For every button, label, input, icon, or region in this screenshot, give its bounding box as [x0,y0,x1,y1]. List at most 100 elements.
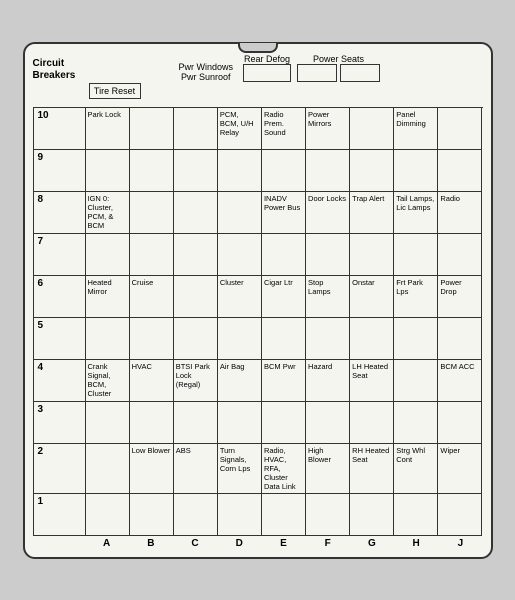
cell-1-F [306,494,350,536]
cell-9-J [438,150,482,192]
circuit-breakers-label: Circuit Breakers [33,58,85,82]
cell-3-B [130,402,174,444]
cell-9-B [130,150,174,192]
col-label-J: J [438,538,482,549]
cell-10-G [350,108,394,150]
row-label-9: 9 [34,150,86,192]
cell-3-G [350,402,394,444]
cell-7-J [438,234,482,276]
cell-5-H [394,318,438,360]
row-label-1: 1 [34,494,86,536]
cell-1-B [130,494,174,536]
cell-2-J: Wiper [438,444,482,494]
cell-1-H [394,494,438,536]
cell-9-F [306,150,350,192]
row-label-2: 2 [34,444,86,494]
cell-4-E: BCM Pwr [262,360,306,402]
col-label-A: A [85,538,129,549]
cell-5-B [130,318,174,360]
cell-10-C [174,108,218,150]
cell-8-C [174,192,218,234]
cell-8-D [218,192,262,234]
cell-9-C [174,150,218,192]
cell-6-D: Cluster [218,276,262,318]
cell-7-C [174,234,218,276]
row-label-7: 7 [34,234,86,276]
cell-3-D [218,402,262,444]
row-label-3: 3 [34,402,86,444]
cell-4-H [394,360,438,402]
cell-10-H: Panel Dimming [394,108,438,150]
cell-9-D [218,150,262,192]
cell-2-D: Turn Signals, Corn Lps [218,444,262,494]
card-notch [238,43,278,53]
cell-1-A [86,494,130,536]
cell-9-G [350,150,394,192]
cell-6-G: Onstar [350,276,394,318]
cell-4-C: BTSI Park Lock (Regal) [174,360,218,402]
cell-8-B [130,192,174,234]
col-label-C: C [173,538,217,549]
cell-3-H [394,402,438,444]
cell-3-A [86,402,130,444]
cell-2-F: High Blower [306,444,350,494]
cell-4-G: LH Heated Seat [350,360,394,402]
cell-2-C: ABS [174,444,218,494]
pwr-sunroof-label: Pwr Sunroof [181,72,231,82]
power-seats-label: Power Seats [313,54,364,64]
cell-8-J: Radio [438,192,482,234]
cell-6-H: Frt Park Lps [394,276,438,318]
cell-8-A: IGN 0: Cluster, PCM, & BCM [86,192,130,234]
col-label-F: F [306,538,350,549]
cell-7-D [218,234,262,276]
cell-1-E [262,494,306,536]
cell-4-F: Hazard [306,360,350,402]
cell-2-E: Radio, HVAC, RFA, Cluster Data Link [262,444,306,494]
col-label-B: B [129,538,173,549]
row-label-5: 5 [34,318,86,360]
cell-5-E [262,318,306,360]
cell-5-D [218,318,262,360]
cell-4-J: BCM ACC [438,360,482,402]
cell-7-F [306,234,350,276]
cell-4-D: Air Bag [218,360,262,402]
fuse-diagram-card: Circuit Breakers Pwr Windows Pwr Sunroof… [23,42,493,559]
col-label-E: E [261,538,305,549]
cell-1-G [350,494,394,536]
cell-10-F: Power Mirrors [306,108,350,150]
cell-10-D: PCM, BCM, U/H Relay [218,108,262,150]
cell-1-C [174,494,218,536]
cell-6-B: Cruise [130,276,174,318]
cell-10-B [130,108,174,150]
cell-9-E [262,150,306,192]
cell-2-A [86,444,130,494]
cell-5-G [350,318,394,360]
cell-1-D [218,494,262,536]
cell-10-A: Park Lock [86,108,130,150]
cell-3-F [306,402,350,444]
cell-2-B: Low Blower [130,444,174,494]
cell-9-H [394,150,438,192]
cell-6-J: Power Drop [438,276,482,318]
col-label-H: H [394,538,438,549]
cell-8-F: Door Locks [306,192,350,234]
cell-6-C [174,276,218,318]
cell-1-J [438,494,482,536]
cell-9-A [86,150,130,192]
cell-2-G: RH Heated Seat [350,444,394,494]
cell-5-C [174,318,218,360]
cell-10-J [438,108,482,150]
cell-7-H [394,234,438,276]
row-label-6: 6 [34,276,86,318]
cell-7-G [350,234,394,276]
col-label-G: G [350,538,394,549]
cell-6-A: Heated Mirror [86,276,130,318]
cell-3-E [262,402,306,444]
cell-8-G: Trap Alert [350,192,394,234]
cell-6-E: Cigar Ltr [262,276,306,318]
cell-6-F: Stop Lamps [306,276,350,318]
fuse-grid: 10 Park Lock PCM, BCM, U/H Relay Radio P… [33,107,483,536]
cell-10-E: Radio Prem. Sound [262,108,306,150]
row-label-10: 10 [34,108,86,150]
cell-4-A: Crank Signal, BCM, Cluster [86,360,130,402]
